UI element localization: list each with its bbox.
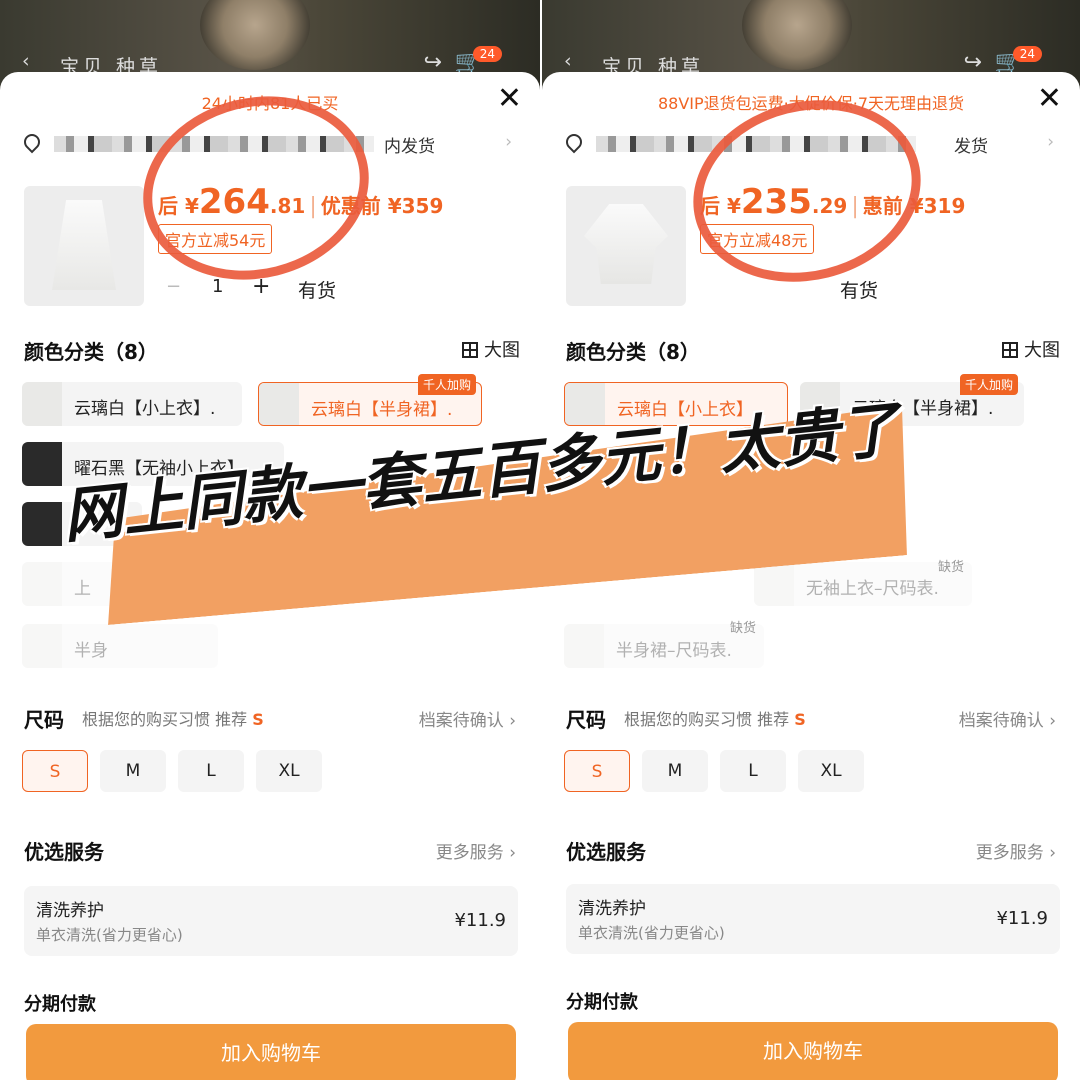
installment-title: 分期付款 — [24, 994, 96, 1015]
close-icon[interactable]: ✕ — [497, 84, 522, 114]
service-card[interactable]: 清洗养护 单衣清洗(省力更省心) ¥11.9 — [566, 884, 1060, 954]
size-section-title: 尺码 — [566, 708, 606, 732]
add-to-cart-button[interactable]: 加入购物车 — [568, 1022, 1058, 1080]
size-s[interactable]: S — [22, 750, 88, 792]
option-thumbnail — [754, 562, 794, 606]
size-hint-value: S — [252, 710, 264, 729]
chevron-right-icon: › — [1047, 132, 1054, 152]
skirt-image — [52, 200, 116, 290]
option-thumbnail — [22, 562, 62, 606]
option-thumbnail — [564, 624, 604, 668]
more-services-link[interactable]: 更多服务 › — [976, 838, 1056, 863]
cart-count-badge: 24 — [1012, 46, 1042, 62]
hot-tag: 千人加购 — [418, 374, 477, 395]
option-thumbnail — [259, 383, 299, 425]
minus-button[interactable]: − — [166, 276, 181, 297]
quantity-value[interactable]: 1 — [212, 276, 223, 297]
add-to-cart-button[interactable]: 加入购物车 — [26, 1024, 516, 1080]
shipping-text: 发货 — [954, 137, 988, 157]
service-section-title: 优选服务 — [566, 840, 646, 864]
product-thumbnail[interactable] — [24, 186, 144, 306]
service-card[interactable]: 清洗养护 单衣清洗(省力更省心) ¥11.9 — [24, 886, 518, 956]
out-of-stock-tag: 缺货 — [730, 621, 757, 636]
color-option[interactable]: 云璃白【小上衣】. — [22, 382, 242, 426]
size-xl[interactable]: XL — [256, 750, 322, 792]
size-hint-text: 根据您的购买习惯 推荐 — [624, 710, 790, 729]
option-label: 云璃白【小上衣】. — [74, 399, 216, 419]
back-arrow-icon[interactable]: ‹ — [22, 50, 30, 72]
size-xl[interactable]: XL — [798, 750, 864, 792]
option-thumbnail — [22, 624, 62, 668]
size-l[interactable]: L — [178, 750, 244, 792]
chevron-right-icon: › — [505, 132, 512, 152]
option-label: 云璃白【半身裙】. — [311, 400, 453, 420]
installment-title: 分期付款 — [566, 992, 638, 1013]
size-hint-value: S — [794, 710, 806, 729]
product-thumbnail[interactable] — [566, 186, 686, 306]
stock-status: 有货 — [298, 280, 337, 302]
grid-icon — [1002, 342, 1018, 358]
more-services-link[interactable]: 更多服务 › — [436, 838, 516, 863]
location-pin-icon — [20, 130, 44, 154]
screenshot-collage: ‹ 宝贝 种草 ↪ 🛒 24 24小时内81人已买 ✕ 内发货 › 后 ¥264… — [0, 0, 1080, 1080]
option-label: 上 — [74, 579, 91, 599]
size-recommendation: 根据您的购买习惯 推荐 S — [82, 706, 264, 730]
service-desc: 单衣清洗(省力更省心) — [36, 926, 183, 944]
big-picture-toggle[interactable]: 大图 — [1002, 336, 1060, 362]
option-label: 无袖上衣–尺码表. — [806, 579, 939, 599]
color-option[interactable]: 半身 — [22, 624, 218, 668]
profile-link[interactable]: 档案待确认 › — [419, 706, 516, 731]
size-recommendation: 根据您的购买习惯 推荐 S — [624, 706, 806, 730]
stock-status: 有货 — [840, 280, 879, 302]
big-picture-label: 大图 — [484, 340, 520, 361]
size-section-title: 尺码 — [24, 708, 64, 732]
size-m[interactable]: M — [642, 750, 708, 792]
option-label: 半身裙–尺码表. — [616, 641, 732, 661]
location-pin-icon — [562, 130, 586, 154]
out-of-stock-tag: 缺货 — [938, 560, 965, 575]
color-section-title: 颜色分类（8） — [566, 340, 700, 364]
size-hint-text: 根据您的购买习惯 推荐 — [82, 710, 248, 729]
blouse-image — [584, 204, 668, 284]
service-price: ¥11.9 — [996, 908, 1048, 929]
shipping-text: 内发货 — [384, 137, 435, 157]
color-section-title: 颜色分类（8） — [24, 340, 158, 364]
grid-icon — [462, 342, 478, 358]
back-arrow-icon[interactable]: ‹ — [564, 50, 572, 72]
big-picture-label: 大图 — [1024, 340, 1060, 361]
service-price: ¥11.9 — [454, 910, 506, 931]
option-label: 半身 — [74, 641, 108, 661]
cart-count-badge: 24 — [472, 46, 502, 62]
service-name: 清洗养护 — [578, 899, 646, 919]
service-name: 清洗养护 — [36, 901, 104, 921]
service-section-title: 优选服务 — [24, 840, 104, 864]
option-thumbnail — [22, 382, 62, 426]
profile-link[interactable]: 档案待确认 › — [959, 706, 1056, 731]
option-thumbnail — [22, 442, 62, 486]
size-l[interactable]: L — [720, 750, 786, 792]
service-desc: 单衣清洗(省力更省心) — [578, 924, 725, 942]
big-picture-toggle[interactable]: 大图 — [462, 336, 520, 362]
option-thumbnail — [22, 502, 62, 546]
close-icon[interactable]: ✕ — [1037, 84, 1062, 114]
size-m[interactable]: M — [100, 750, 166, 792]
size-s[interactable]: S — [564, 750, 630, 792]
